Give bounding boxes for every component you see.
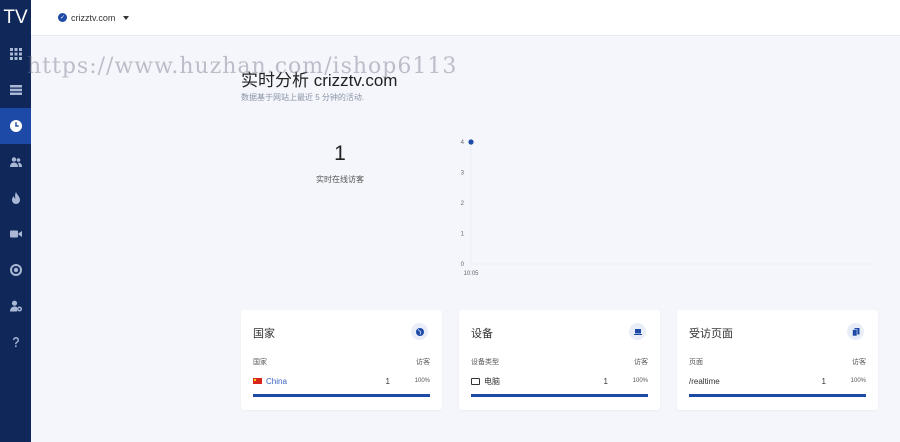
data-point [468,139,474,145]
x-tick-label: 10:05 [463,271,479,277]
y-tick-label: 3 [461,171,465,177]
target-icon [9,264,22,276]
user-settings-icon [9,300,22,312]
table-row[interactable]: 电脑 1 100% [471,374,648,388]
visitor-percent: 100% [632,378,648,384]
users-icon [9,157,22,167]
progress-bar-fill [689,394,866,397]
nav-realtime[interactable] [0,108,31,144]
card-title: 受访页面 [689,328,733,340]
y-tick-label: 2 [461,201,465,207]
pages-icon [851,327,859,336]
nav-video[interactable] [0,216,31,252]
column-header-visitors: 访客 [416,359,430,366]
clock-icon [9,120,22,132]
column-header-visitors: 访客 [852,359,866,366]
y-tick-label: 0 [461,262,465,268]
column-header-visitors: 访客 [634,359,648,366]
china-flag-icon [253,378,262,384]
table-row[interactable]: China 1 100% [253,374,430,388]
realtime-visitor-count: 1 [334,142,346,165]
chevron-down-icon [123,15,130,20]
nav-trending[interactable] [0,180,31,216]
topbar: ✓ crizztv.com [31,0,900,36]
y-tick-label: 4 [461,140,465,146]
progress-bar-fill [471,394,648,397]
visitor-count: 1 [821,376,826,386]
card-title: 设备 [471,328,493,340]
progress-bar-fill [253,394,430,397]
realtime-chart: 0 1 2 3 4 10:05 [461,138,876,277]
country-card: 国家 国家 访客 China 1 100% [241,310,442,410]
column-header-country: 国家 [253,359,267,366]
y-tick-label: 1 [461,232,465,238]
progress-bar [253,394,430,397]
globe-icon [415,327,424,336]
page-path[interactable]: /realtime [689,377,720,386]
nav-goals[interactable] [0,252,31,288]
country-name[interactable]: China [266,377,287,386]
help-icon [12,337,19,347]
card-icon-button[interactable] [411,323,428,340]
app-logo[interactable]: TV [0,0,31,36]
nav-visitors[interactable] [0,144,31,180]
device-type: 电脑 [484,376,500,386]
table-row[interactable]: /realtime 1 100% [689,374,866,388]
column-header-device-type: 设备类型 [471,359,499,366]
monitor-icon [471,377,480,385]
nav-help[interactable] [0,324,31,360]
card-title: 国家 [253,328,275,340]
visitor-count: 1 [603,376,608,386]
column-header-page: 页面 [689,359,703,366]
flame-icon [11,192,20,204]
progress-bar [689,394,866,397]
visitor-percent: 100% [414,378,430,384]
device-card: 设备 设备类型 访客 电脑 1 100% [459,310,660,410]
pages-card: 受访页面 页面 访客 /realtime 1 100% [677,310,878,410]
grid-icon [9,48,22,60]
site-selector[interactable]: ✓ crizztv.com [58,12,130,23]
list-icon [9,85,22,95]
card-icon-button[interactable] [629,323,646,340]
verified-check-icon: ✓ [58,13,67,22]
nav-user-settings[interactable] [0,288,31,324]
progress-bar [471,394,648,397]
page-subtitle: 数据基于网站上最近 5 分钟的活动. [241,93,365,102]
video-icon [9,230,22,238]
visitor-count: 1 [385,376,390,386]
laptop-icon [633,328,642,335]
site-name: crizztv.com [71,12,116,23]
watermark: https://www.huzhan.com/ishop6113 [27,54,458,79]
card-icon-button[interactable] [847,323,864,340]
visitor-percent: 100% [850,378,866,384]
realtime-visitor-label: 实时在线访客 [316,175,364,184]
